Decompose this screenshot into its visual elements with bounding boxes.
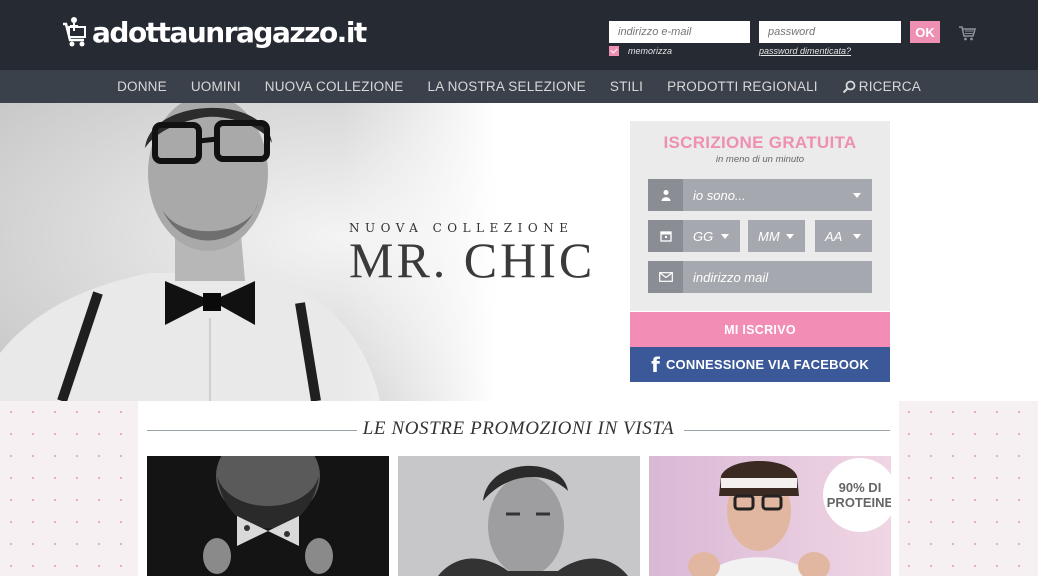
signup-title: ISCRIZIONE GRATUITA xyxy=(663,133,857,152)
decorative-pattern-left xyxy=(0,401,140,576)
main-nav: DONNE UOMINI NUOVA COLLEZIONE LA NOSTRA … xyxy=(0,70,1038,103)
remember-checkbox[interactable] xyxy=(609,46,619,56)
birth-day-text: GG xyxy=(693,228,714,244)
badge-line-1: 90% DI xyxy=(838,480,882,495)
birth-day-select[interactable]: GG xyxy=(648,220,740,252)
chevron-down-icon xyxy=(853,192,861,198)
login-password-input[interactable] xyxy=(759,21,901,43)
promo-image-bearded-man xyxy=(147,456,389,576)
top-bar: adottaunragazzo.it OK memorizza password… xyxy=(0,0,1038,70)
birth-month-text: MM xyxy=(758,228,780,244)
nav-item-prodotti-regionali[interactable]: PRODOTTI REGIONALI xyxy=(655,79,830,94)
promotions-section: LE NOSTRE PROMOZIONI IN VISTA 90% DI PRO… xyxy=(138,401,899,576)
site-logo[interactable]: adottaunragazzo.it xyxy=(60,14,367,50)
promo-tile-3[interactable]: 90% DI PROTEINE xyxy=(649,456,891,576)
promo-tile-2[interactable] xyxy=(398,456,640,576)
search-label: RICERCA xyxy=(858,79,921,94)
logo-text: adottaunragazzo.it xyxy=(92,15,367,49)
forgot-password-link[interactable]: password dimenticata? xyxy=(759,46,851,56)
cart-figure-logo-icon xyxy=(63,17,86,47)
signup-submit-button[interactable]: MI ISCRIVO xyxy=(630,312,890,347)
signup-panel: ISCRIZIONE GRATUITA in meno di un minuto… xyxy=(630,121,890,311)
collection-title: MR. CHIC xyxy=(349,232,596,288)
promo-tile-1[interactable] xyxy=(147,456,389,576)
search-icon xyxy=(842,80,856,93)
gender-select[interactable]: io sono... xyxy=(648,179,872,211)
promotions-heading: LE NOSTRE PROMOZIONI IN VISTA xyxy=(362,418,675,439)
nav-item-nuova-collezione[interactable]: NUOVA COLLEZIONE xyxy=(253,79,416,94)
nav-item-uomini[interactable]: UOMINI xyxy=(179,79,253,94)
birth-month-select[interactable]: MM xyxy=(748,220,805,252)
nav-item-ricerca[interactable]: RICERCA xyxy=(830,79,933,94)
remember-me[interactable]: memorizza xyxy=(609,46,672,56)
nav-item-la-nostra-selezione[interactable]: LA NOSTRA SELEZIONE xyxy=(416,79,598,94)
calendar-icon xyxy=(648,220,683,252)
badge-line-2: PROTEINE xyxy=(826,495,891,510)
facebook-connect-button[interactable]: f CONNESSIONE VIA FACEBOOK xyxy=(630,347,890,382)
cart-icon[interactable] xyxy=(958,24,976,42)
login-ok-button[interactable]: OK xyxy=(910,21,940,43)
birth-year-select[interactable]: AA xyxy=(815,220,872,252)
facebook-connect-label: CONNESSIONE VIA FACEBOOK xyxy=(665,357,869,372)
protein-badge: 90% DI PROTEINE xyxy=(823,458,891,532)
signup-email-input[interactable]: indirizzo mail xyxy=(648,261,872,293)
mail-icon xyxy=(648,261,683,293)
signup-email-placeholder: indirizzo mail xyxy=(693,269,769,285)
gender-select-text: io sono... xyxy=(693,187,746,203)
birth-year-text: AA xyxy=(825,228,843,244)
promo-image-young-man xyxy=(398,456,640,576)
user-icon xyxy=(648,179,683,211)
chevron-down-icon xyxy=(721,233,729,239)
chevron-down-icon xyxy=(786,233,794,239)
nav-item-stili[interactable]: STILI xyxy=(598,79,655,94)
remember-label: memorizza xyxy=(628,46,673,56)
login-email-input[interactable] xyxy=(609,21,750,43)
signup-subtitle: in meno di un minuto xyxy=(715,154,805,165)
nav-item-donne[interactable]: DONNE xyxy=(105,79,179,94)
chevron-down-icon xyxy=(853,233,861,239)
decorative-pattern-right xyxy=(898,401,1038,576)
facebook-icon: f xyxy=(651,352,660,377)
